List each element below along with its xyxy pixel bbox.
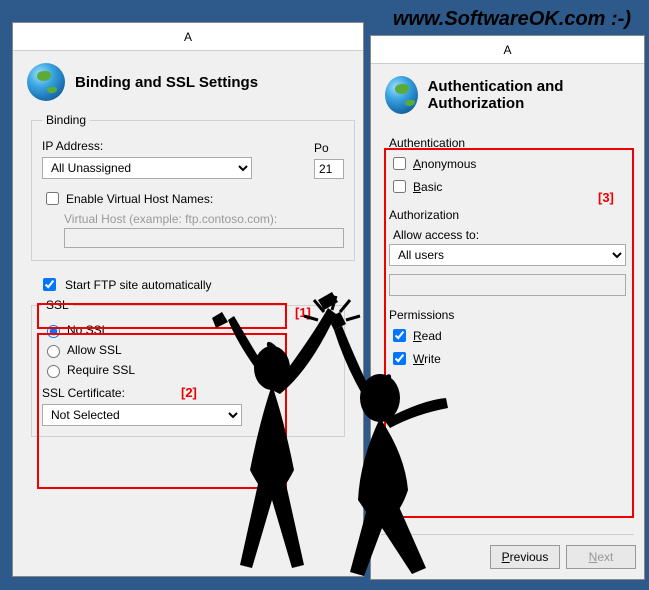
start-ftp-auto-label: Start FTP site automatically: [65, 278, 212, 292]
anonymous-label: Anonymous: [413, 157, 476, 171]
port-input[interactable]: [314, 159, 344, 179]
ssl-cert-select[interactable]: Not Selected: [42, 404, 242, 426]
left-dialog-title: Binding and SSL Settings: [75, 74, 258, 91]
allow-ssl-radio[interactable]: [47, 345, 60, 358]
port-label: Po: [314, 141, 329, 155]
authentication-legend: Authentication: [389, 136, 626, 150]
anonymous-checkbox[interactable]: [393, 157, 406, 170]
allow-ssl-label: Allow SSL: [67, 343, 122, 357]
basic-label: Basic: [413, 180, 442, 194]
next-button: Next: [566, 545, 636, 569]
auth-dialog: A Authentication and Authorization Authe…: [370, 35, 645, 580]
allow-access-label: Allow access to:: [393, 228, 626, 242]
write-checkbox[interactable]: [393, 352, 406, 365]
permissions-legend: Permissions: [389, 308, 626, 322]
enable-vhost-label: Enable Virtual Host Names:: [66, 192, 213, 206]
previous-button[interactable]: Previous: [490, 545, 560, 569]
read-checkbox[interactable]: [393, 329, 406, 342]
ssl-cert-label: SSL Certificate:: [42, 386, 125, 400]
allow-access-select[interactable]: All users: [389, 244, 626, 266]
globe-icon: [27, 63, 65, 101]
write-label: Write: [413, 352, 441, 366]
no-ssl-radio[interactable]: [47, 325, 60, 338]
ip-address-label: IP Address:: [42, 139, 103, 153]
binding-ssl-dialog: A Binding and SSL Settings Binding IP Ad…: [12, 22, 364, 577]
require-ssl-radio[interactable]: [47, 365, 60, 378]
basic-checkbox[interactable]: [393, 180, 406, 193]
vhost-input: [64, 228, 344, 248]
enable-vhost-checkbox[interactable]: [46, 192, 59, 205]
start-ftp-auto-checkbox[interactable]: [43, 278, 56, 291]
marker-1: [1]: [295, 305, 311, 320]
marker-2: [2]: [181, 385, 197, 400]
require-ssl-label: Require SSL: [67, 363, 135, 377]
ip-address-select[interactable]: All Unassigned: [42, 157, 252, 179]
vhost-hint-label: Virtual Host (example: ftp.contoso.com):: [64, 212, 344, 226]
authorization-extra-input: [389, 274, 626, 296]
no-ssl-label: No SSL: [67, 323, 108, 337]
watermark-text: www.SoftwareOK.com :-): [393, 8, 631, 31]
binding-legend: Binding: [42, 113, 90, 127]
left-titlebar: A: [13, 23, 363, 51]
marker-3: [3]: [598, 190, 614, 205]
binding-fieldset: Binding IP Address: All Unassigned Po En…: [31, 113, 355, 261]
authorization-legend: Authorization: [389, 208, 626, 222]
right-dialog-title: Authentication and Authorization: [428, 78, 630, 112]
ssl-legend: SSL: [42, 298, 73, 312]
globe-icon: [385, 76, 418, 114]
right-titlebar: A: [371, 36, 644, 64]
read-label: Read: [413, 329, 442, 343]
